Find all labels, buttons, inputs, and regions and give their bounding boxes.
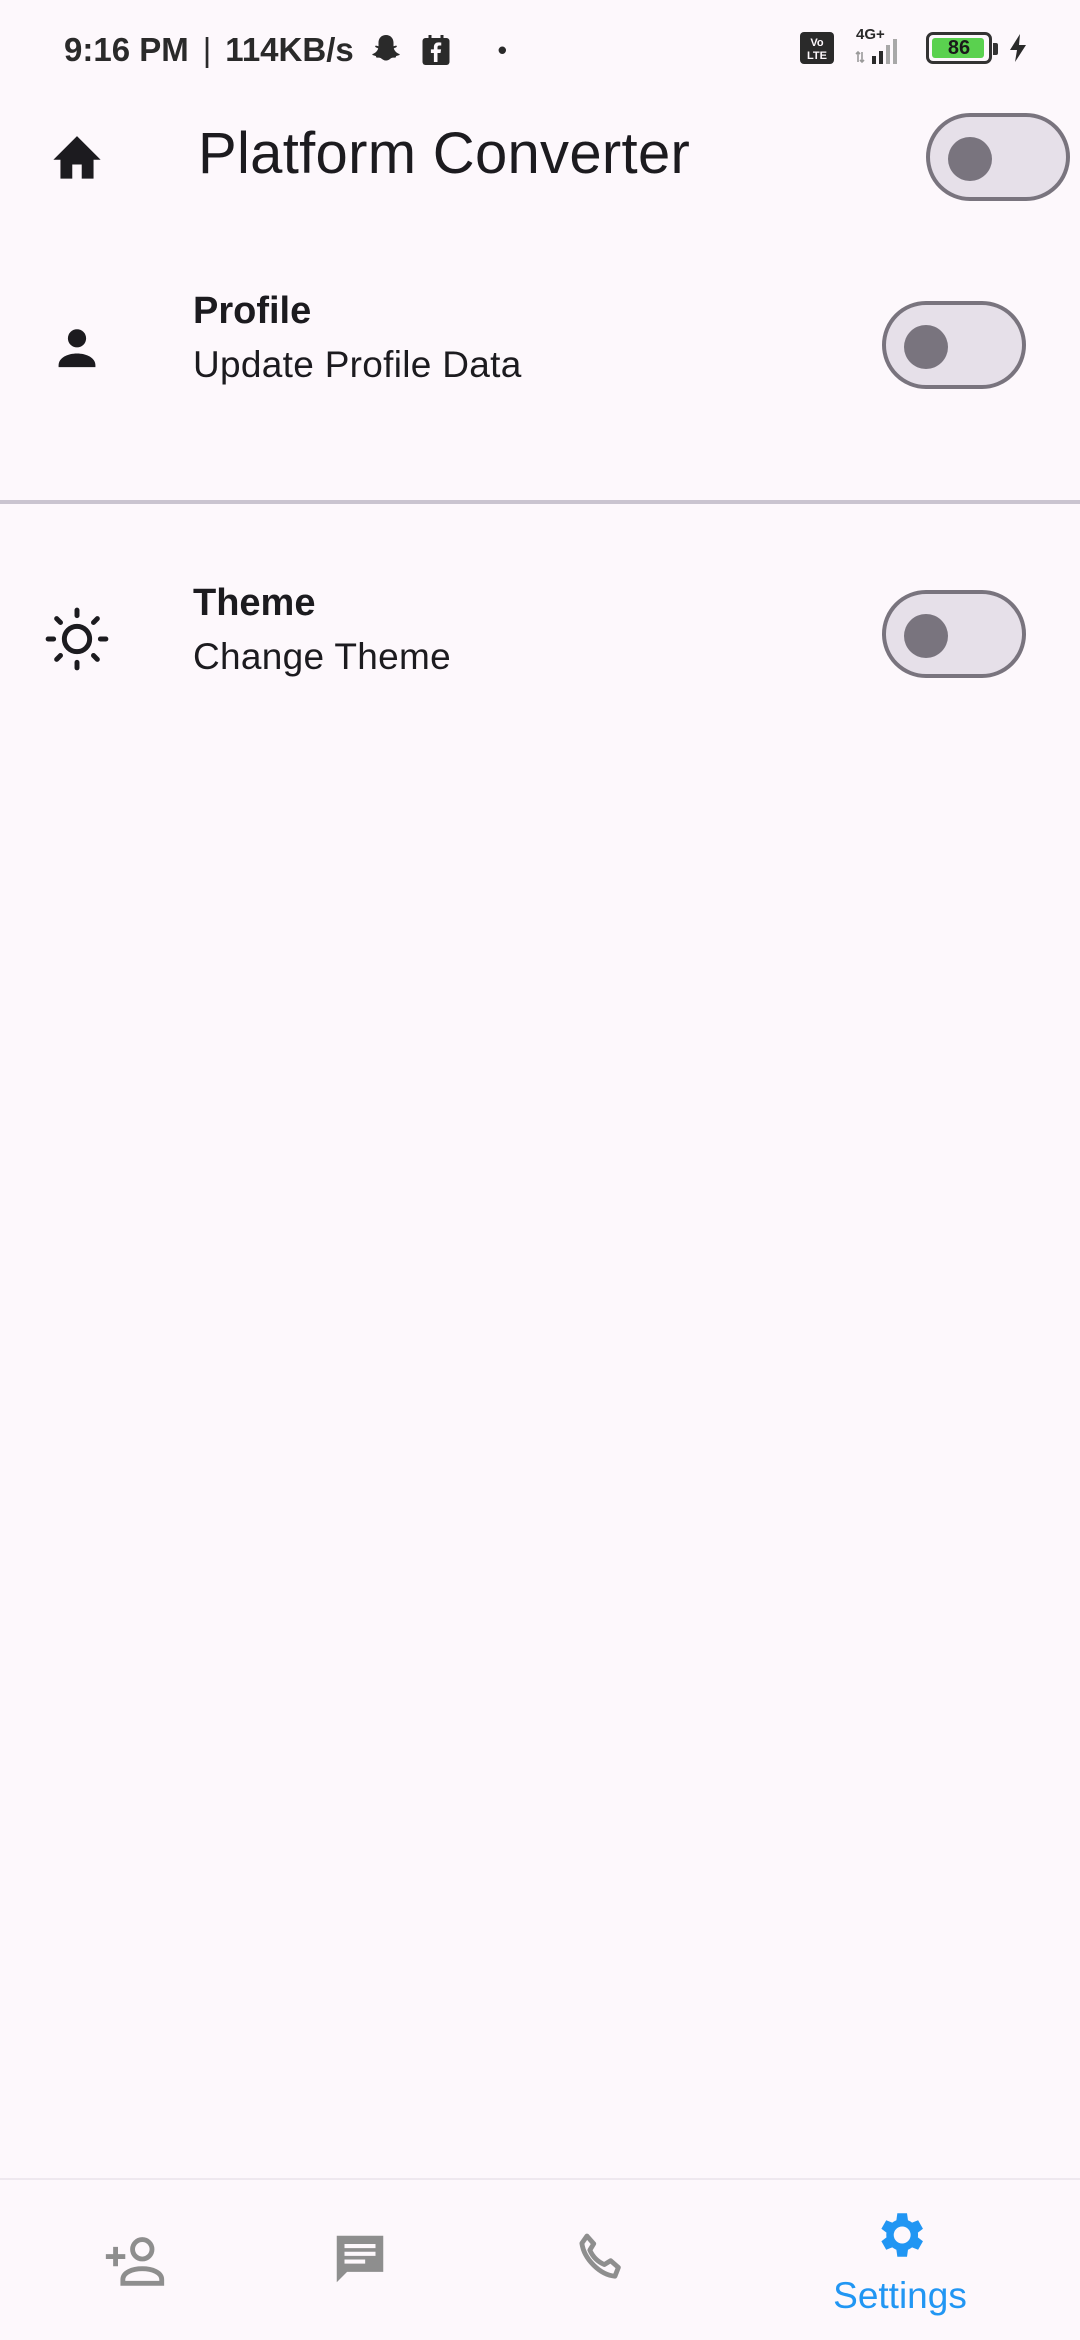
svg-text:Vo: Vo (810, 37, 824, 49)
phone-icon (571, 2230, 629, 2293)
status-dot: • (497, 34, 507, 65)
settings-tile-profile[interactable]: Profile Update Profile Data (0, 280, 1080, 410)
profile-subtitle: Update Profile Data (193, 344, 522, 385)
volte-icon: Vo LTE (798, 30, 836, 66)
toggle-thumb (948, 137, 992, 181)
status-right: Vo LTE 4G+ 86 (798, 26, 1030, 66)
status-left: 9:16 PM | 114KB/s • (64, 31, 507, 69)
bottom-navigation: Settings (0, 2178, 1080, 2340)
battery-tip (993, 43, 998, 55)
home-icon (48, 129, 106, 186)
person-icon (40, 310, 114, 384)
app-bar: Platform Converter (0, 100, 1080, 210)
settings-icon (871, 2206, 929, 2269)
settings-tile-theme[interactable]: Theme Change Theme (0, 572, 1080, 702)
nav-item-settings[interactable]: Settings (765, 2180, 1035, 2340)
network-speed: 114KB/s (225, 31, 354, 68)
nav-item-calls[interactable] (465, 2180, 735, 2340)
profile-toggle[interactable] (882, 301, 1026, 389)
status-bar: 9:16 PM | 114KB/s • Vo LTE 4G+ 86 (0, 0, 1080, 100)
chat-icon (329, 2228, 391, 2295)
status-time: 9:16 PM (64, 31, 189, 68)
theme-title: Theme (193, 582, 316, 624)
charging-icon (1006, 30, 1030, 66)
home-button[interactable] (40, 120, 114, 194)
nav-label-settings: Settings (833, 2274, 967, 2316)
add-person-icon (101, 2231, 169, 2292)
nav-item-chats[interactable] (225, 2180, 495, 2340)
signal-icon: 4G+ (850, 26, 912, 66)
svg-text:LTE: LTE (807, 50, 827, 62)
theme-toggle[interactable] (882, 590, 1026, 678)
facebook-shop-icon (418, 32, 454, 68)
screen: 9:16 PM | 114KB/s • Vo LTE 4G+ 86 Platfo… (0, 0, 1080, 2340)
theme-subtitle: Change Theme (193, 636, 451, 677)
app-bar-toggle[interactable] (926, 113, 1070, 201)
toggle-thumb (904, 614, 948, 658)
page-title: Platform Converter (198, 121, 691, 186)
sun-icon (40, 602, 114, 676)
snapchat-icon (368, 32, 404, 68)
battery-icon: 86 (926, 32, 998, 64)
toggle-thumb (904, 325, 948, 369)
profile-title: Profile (193, 290, 312, 332)
status-separator: | (202, 31, 212, 68)
battery-level: 86 (947, 36, 971, 59)
divider (0, 500, 1080, 504)
